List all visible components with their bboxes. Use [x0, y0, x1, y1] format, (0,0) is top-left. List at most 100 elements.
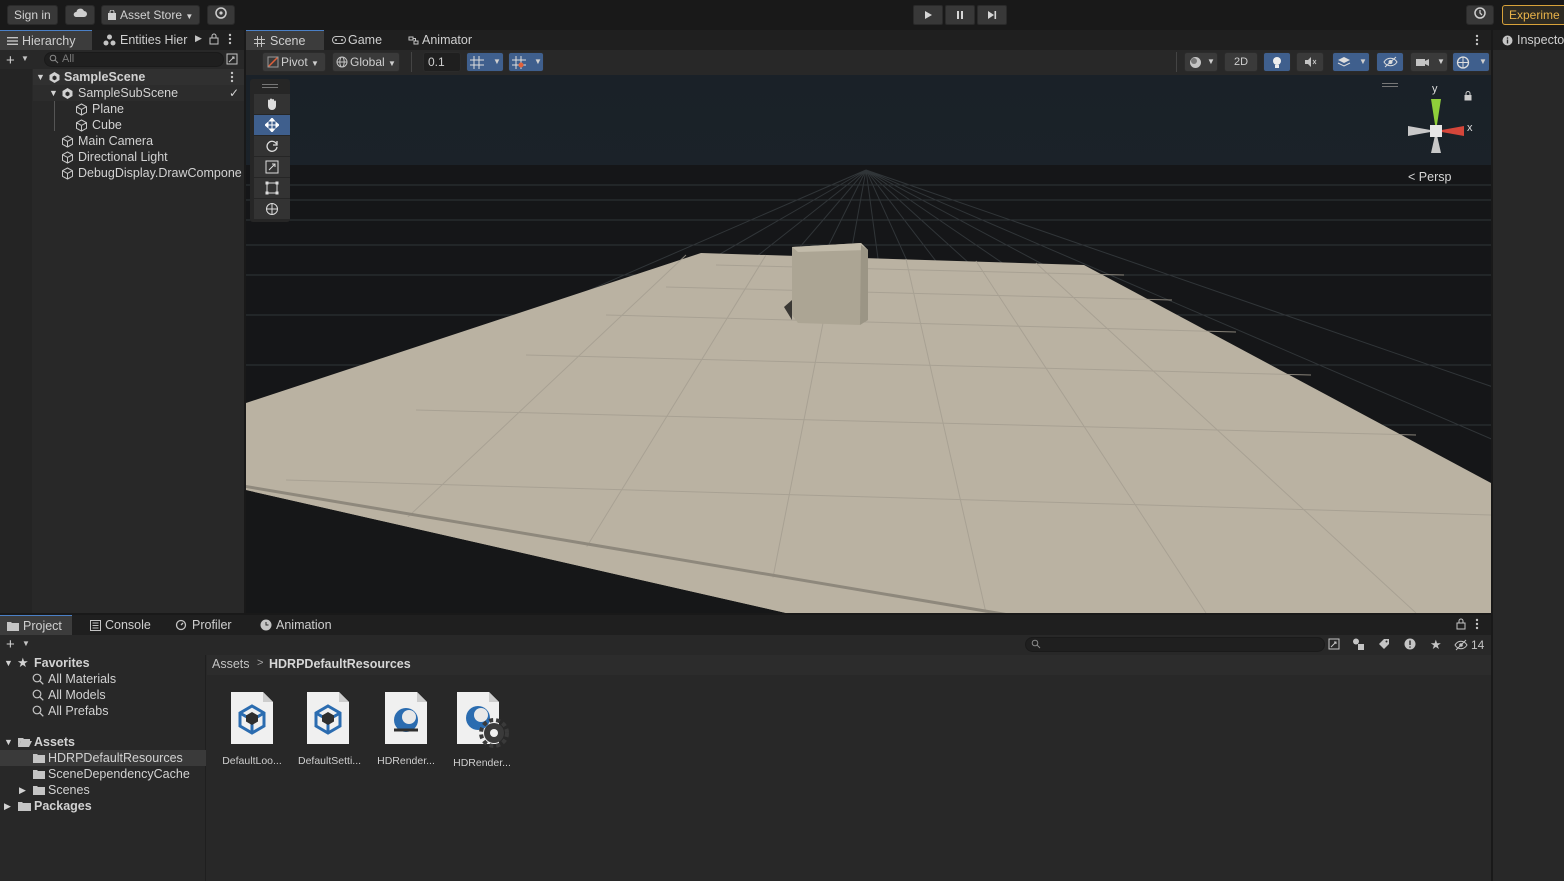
- packages-group[interactable]: ▶ Packages: [0, 798, 92, 814]
- add-icon[interactable]: +: [6, 636, 15, 653]
- project-search-input[interactable]: [1025, 637, 1325, 652]
- drag-handle-icon[interactable]: [1382, 83, 1398, 84]
- transform-tool[interactable]: [254, 199, 290, 219]
- folder-item-scenedependencycache[interactable]: SceneDependencyCache: [0, 766, 190, 782]
- hierarchy-item-directional-light[interactable]: Directional Light: [33, 149, 168, 165]
- kebab-menu-icon[interactable]: [230, 71, 234, 83]
- search-placeholder: All: [62, 53, 75, 65]
- draw-mode-dropdown[interactable]: ▼: [1184, 52, 1218, 72]
- move-tool[interactable]: [254, 115, 290, 135]
- checkmark-icon[interactable]: ✓: [229, 85, 239, 101]
- step-button[interactable]: [977, 5, 1007, 25]
- orientation-gizmo[interactable]: y x: [1382, 81, 1476, 171]
- splitter-horizontal[interactable]: [0, 613, 1491, 615]
- folder-item-scenes[interactable]: ▶ Scenes: [0, 782, 90, 798]
- favorite-star-icon[interactable]: ★: [1430, 637, 1442, 653]
- pivot-dropdown[interactable]: Pivot ▼: [262, 52, 326, 72]
- favorites-group[interactable]: ▼ ★ Favorites: [0, 655, 90, 671]
- hand-tool[interactable]: [254, 94, 290, 114]
- pause-button[interactable]: [945, 5, 975, 25]
- tab-hierarchy[interactable]: Hierarchy: [0, 30, 92, 50]
- camera-dropdown[interactable]: ▼: [1410, 52, 1448, 72]
- asset-tile-hdrenderpipeline-settings[interactable]: HDRender...: [452, 690, 512, 769]
- tab-entities-label: Entities Hier: [120, 33, 188, 47]
- perspective-toggle[interactable]: < Persp: [1408, 170, 1451, 184]
- favorite-item-all-materials[interactable]: All Materials: [0, 671, 116, 687]
- kebab-menu-icon[interactable]: [228, 33, 232, 45]
- breadcrumb-assets[interactable]: Assets: [212, 657, 250, 671]
- chevron-down-icon[interactable]: ▼: [22, 639, 30, 648]
- kebab-menu-icon[interactable]: [1475, 34, 1479, 46]
- asset-store-button[interactable]: Asset Store ▼: [101, 5, 201, 25]
- expand-arrow-icon[interactable]: ▶: [4, 798, 11, 814]
- scene-viewport[interactable]: y x < Persp: [246, 75, 1491, 613]
- hidden-packages-toggle[interactable]: 14: [1452, 637, 1490, 653]
- hidden-objects-toggle[interactable]: [1376, 52, 1404, 72]
- services-button[interactable]: [207, 5, 235, 25]
- log-types-icon[interactable]: [1404, 638, 1416, 650]
- expand-arrow-icon[interactable]: ▼: [49, 85, 58, 101]
- splitter-vertical[interactable]: [1491, 30, 1493, 881]
- hierarchy-item-main-camera[interactable]: Main Camera: [33, 133, 153, 149]
- tab-profiler[interactable]: Profiler: [170, 615, 244, 635]
- gizmos-dropdown[interactable]: ▼: [1452, 52, 1490, 72]
- 2d-toggle[interactable]: 2D: [1224, 52, 1258, 72]
- expand-arrow-icon[interactable]: ▼: [4, 734, 13, 750]
- tab-overflow-icon[interactable]: ▶: [195, 33, 202, 44]
- tab-entities-hierarchy[interactable]: Entities Hier: [96, 30, 196, 50]
- experimental-badge[interactable]: Experime: [1502, 5, 1564, 25]
- assets-group[interactable]: ▼ Assets: [0, 734, 75, 750]
- add-icon[interactable]: +: [6, 52, 15, 69]
- folder-item-hdrpdefaultresources[interactable]: HDRPDefaultResources: [0, 750, 206, 766]
- expand-arrow-icon[interactable]: ▼: [4, 655, 13, 671]
- audio-toggle[interactable]: [1296, 52, 1324, 72]
- lock-icon[interactable]: [209, 33, 219, 45]
- tab-game[interactable]: Game: [326, 30, 394, 50]
- filter-by-type-icon[interactable]: [1352, 638, 1365, 650]
- effects-dropdown[interactable]: ▼: [1332, 52, 1370, 72]
- scene-visibility-icon[interactable]: [226, 53, 238, 65]
- rect-tool[interactable]: [254, 178, 290, 198]
- snap-increment-input[interactable]: 0.1: [423, 52, 461, 72]
- kebab-menu-icon[interactable]: [1475, 618, 1479, 630]
- tab-console[interactable]: Console: [84, 615, 158, 635]
- sign-in-button[interactable]: Sign in: [7, 5, 58, 25]
- expand-arrow-icon[interactable]: ▶: [19, 782, 26, 798]
- expand-arrow-icon[interactable]: ▼: [36, 69, 45, 85]
- transform-icon: [265, 202, 279, 216]
- rotate-tool[interactable]: [254, 136, 290, 156]
- global-dropdown[interactable]: Global ▼: [332, 52, 400, 72]
- history-button[interactable]: [1466, 5, 1494, 25]
- persp-label: Persp: [1418, 170, 1452, 184]
- chevron-down-icon[interactable]: ▼: [21, 54, 29, 63]
- asset-tile-defaultlookdev[interactable]: DefaultLoo...: [222, 690, 282, 767]
- tab-animator[interactable]: Animator: [402, 30, 492, 50]
- tab-scene[interactable]: Scene: [246, 30, 324, 50]
- cloud-button[interactable]: [65, 5, 95, 25]
- asset-tile-hdrenderpipeline-asset[interactable]: HDRender...: [376, 690, 436, 767]
- play-button[interactable]: [913, 5, 943, 25]
- grid-snap-dropdown[interactable]: ▼: [466, 52, 504, 72]
- increment-snap-dropdown[interactable]: ▼: [508, 52, 544, 72]
- breadcrumb-current-folder[interactable]: HDRPDefaultResources: [269, 657, 411, 671]
- scale-tool[interactable]: [254, 157, 290, 177]
- hierarchy-item-plane[interactable]: Plane: [33, 101, 124, 117]
- subscene-row[interactable]: ▼ SampleSubScene ✓: [33, 85, 244, 101]
- splitter-vertical[interactable]: [244, 30, 246, 615]
- lighting-toggle[interactable]: [1263, 52, 1291, 72]
- asset-tile-defaultsettings[interactable]: DefaultSetti...: [298, 690, 361, 767]
- tab-animation[interactable]: Animation: [254, 615, 344, 635]
- favorite-item-all-prefabs[interactable]: All Prefabs: [0, 703, 108, 719]
- filter-by-label-icon[interactable]: [1378, 638, 1390, 650]
- hierarchy-item-debugdisplay[interactable]: DebugDisplay.DrawCompone: [33, 165, 244, 181]
- tab-project[interactable]: Project: [0, 615, 72, 635]
- lock-icon[interactable]: [1456, 618, 1466, 630]
- favorite-item-all-models[interactable]: All Models: [0, 687, 106, 703]
- hierarchy-item-cube[interactable]: Cube: [33, 117, 122, 133]
- search-scope-icon[interactable]: [1328, 638, 1340, 650]
- tab-inspector[interactable]: Inspecto: [1493, 30, 1564, 50]
- drag-handle-icon[interactable]: [262, 84, 278, 85]
- scene-row-samplescene[interactable]: ▼ SampleScene: [33, 69, 244, 85]
- hierarchy-search-input[interactable]: All: [44, 52, 224, 67]
- lock-icon[interactable]: [1464, 91, 1472, 101]
